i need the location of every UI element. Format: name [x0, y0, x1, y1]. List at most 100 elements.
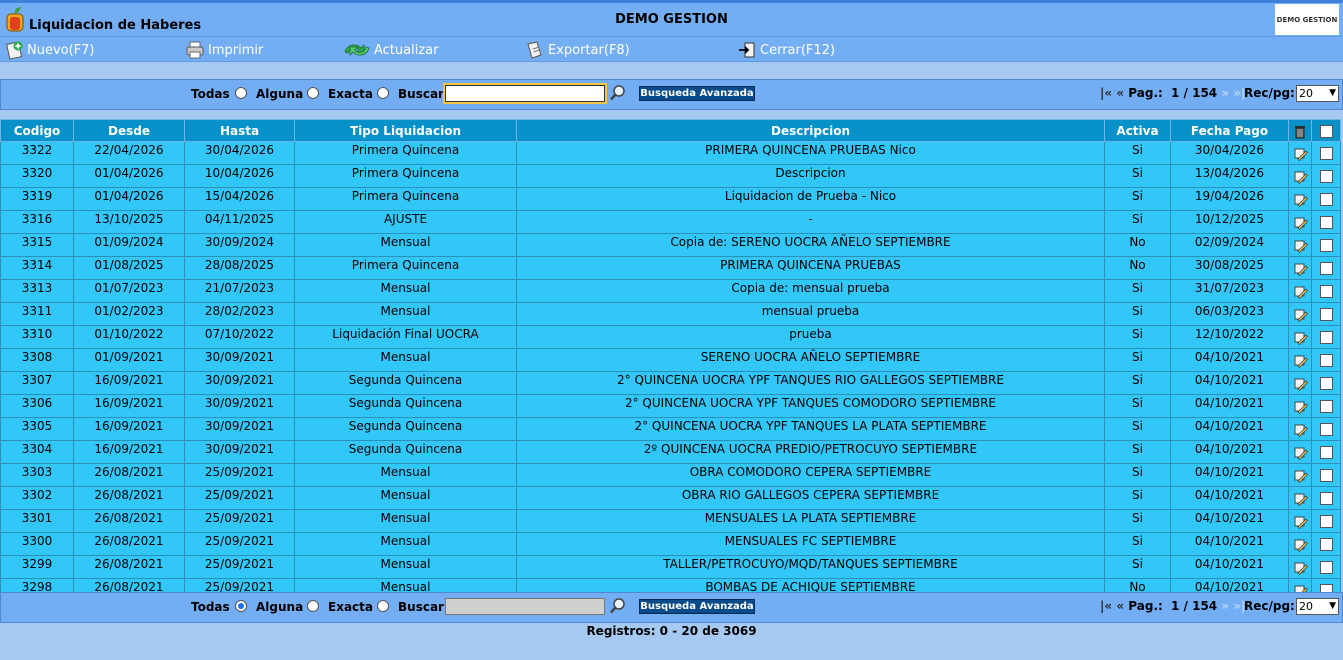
row-checkbox[interactable]	[1319, 354, 1333, 367]
col-descripcion[interactable]: Descripcion	[516, 119, 1105, 142]
table-row[interactable]: 3305 16/09/2021 30/09/2021 Segunda Quincena…	[0, 417, 1341, 441]
cell-select[interactable]	[1311, 141, 1341, 165]
cell-edit[interactable]	[1288, 210, 1312, 234]
table-row[interactable]: 3304 16/09/2021 30/09/2021 Segunda Quincena…	[0, 440, 1341, 464]
row-checkbox[interactable]	[1319, 377, 1333, 390]
table-row[interactable]: 3319 01/04/2026 15/04/2026 Primera Quincena…	[0, 187, 1341, 211]
export-button[interactable]: Exportar(F8)	[525, 40, 630, 60]
edit-icon[interactable]	[1293, 353, 1308, 368]
cell-edit[interactable]	[1288, 555, 1312, 579]
edit-icon[interactable]	[1293, 491, 1308, 506]
print-button[interactable]: Imprimir	[185, 40, 263, 60]
cell-select[interactable]	[1311, 164, 1341, 188]
edit-icon[interactable]	[1293, 146, 1308, 161]
table-row[interactable]: 3300 26/08/2021 25/09/2021 Mensual MENSUALES…	[0, 532, 1341, 556]
row-checkbox[interactable]	[1319, 400, 1333, 413]
row-checkbox[interactable]	[1319, 331, 1333, 344]
table-row[interactable]: 3303 26/08/2021 25/09/2021 Mensual OBRA COMO…	[0, 463, 1341, 487]
search-icon[interactable]	[609, 84, 627, 102]
cell-edit[interactable]	[1288, 394, 1312, 418]
edit-icon[interactable]	[1293, 514, 1308, 529]
search-input[interactable]	[443, 83, 607, 104]
edit-icon[interactable]	[1293, 169, 1308, 184]
cell-edit[interactable]	[1288, 509, 1312, 533]
cell-select[interactable]	[1311, 463, 1341, 487]
cell-select[interactable]	[1311, 187, 1341, 211]
table-row[interactable]: 3301 26/08/2021 25/09/2021 Mensual MENSUALES…	[0, 509, 1341, 533]
cell-edit[interactable]	[1288, 141, 1312, 165]
row-checkbox[interactable]	[1319, 446, 1333, 459]
cell-edit[interactable]	[1288, 463, 1312, 487]
first-page-button[interactable]: |«	[1100, 599, 1112, 613]
cell-select[interactable]	[1311, 279, 1341, 303]
records-per-page-select[interactable]: 20	[1296, 85, 1339, 102]
row-checkbox[interactable]	[1319, 469, 1333, 482]
prev-page-button[interactable]: «	[1116, 599, 1124, 613]
edit-icon[interactable]	[1293, 307, 1308, 322]
row-checkbox[interactable]	[1319, 492, 1333, 505]
search-icon[interactable]	[609, 597, 627, 615]
table-row[interactable]: 3315 01/09/2024 30/09/2024 Mensual Copia de:…	[0, 233, 1341, 257]
cell-select[interactable]	[1311, 325, 1341, 349]
cell-edit[interactable]	[1288, 233, 1312, 257]
radio-todas[interactable]	[235, 87, 247, 99]
cell-edit[interactable]	[1288, 164, 1312, 188]
edit-icon[interactable]	[1293, 284, 1308, 299]
row-checkbox[interactable]	[1319, 561, 1333, 574]
cell-select[interactable]	[1311, 394, 1341, 418]
prev-page-button[interactable]: «	[1116, 86, 1124, 100]
table-row[interactable]: 3299 26/08/2021 25/09/2021 Mensual TALLER/PE…	[0, 555, 1341, 579]
col-desde[interactable]: Desde	[73, 119, 185, 142]
cell-select[interactable]	[1311, 256, 1341, 280]
cell-edit[interactable]	[1288, 417, 1312, 441]
row-checkbox[interactable]	[1319, 285, 1333, 298]
edit-icon[interactable]	[1293, 468, 1308, 483]
cell-select[interactable]	[1311, 486, 1341, 510]
cell-select[interactable]	[1311, 509, 1341, 533]
table-row[interactable]: 3322 22/04/2026 30/04/2026 Primera Quincena…	[0, 141, 1341, 165]
cell-select[interactable]	[1311, 233, 1341, 257]
edit-icon[interactable]	[1293, 376, 1308, 391]
cell-edit[interactable]	[1288, 486, 1312, 510]
cell-edit[interactable]	[1288, 348, 1312, 372]
col-fecha-pago[interactable]: Fecha Pago	[1170, 119, 1289, 142]
table-row[interactable]: 3307 16/09/2021 30/09/2021 Segunda Quincena…	[0, 371, 1341, 395]
table-row[interactable]: 3310 01/10/2022 07/10/2022 Liquidación Fina…	[0, 325, 1341, 349]
first-page-button[interactable]: |«	[1100, 86, 1112, 100]
new-button[interactable]: Nuevo(F7)	[4, 40, 95, 60]
row-checkbox[interactable]	[1319, 538, 1333, 551]
radio-exacta[interactable]	[377, 87, 389, 99]
radio-alguna[interactable]	[307, 87, 319, 99]
row-checkbox[interactable]	[1319, 147, 1333, 160]
edit-icon[interactable]	[1293, 192, 1308, 207]
row-checkbox[interactable]	[1319, 423, 1333, 436]
cell-select[interactable]	[1311, 532, 1341, 556]
select-all-checkbox[interactable]	[1319, 124, 1333, 138]
col-hasta[interactable]: Hasta	[184, 119, 295, 142]
table-row[interactable]: 3302 26/08/2021 25/09/2021 Mensual OBRA RIO …	[0, 486, 1341, 510]
cell-edit[interactable]	[1288, 440, 1312, 464]
cell-edit[interactable]	[1288, 532, 1312, 556]
table-row[interactable]: 3311 01/02/2023 28/02/2023 Mensual mensual p…	[0, 302, 1341, 326]
cell-edit[interactable]	[1288, 256, 1312, 280]
table-row[interactable]: 3316 13/10/2025 04/11/2025 AJUSTE - Si 10/12/2…	[0, 210, 1341, 234]
trash-icon[interactable]	[1292, 123, 1308, 139]
advanced-search-button[interactable]: Busqueda Avanzada	[639, 86, 755, 101]
row-checkbox[interactable]	[1319, 193, 1333, 206]
table-row[interactable]: 3314 01/08/2025 28/08/2025 Primera Quincena…	[0, 256, 1341, 280]
row-checkbox[interactable]	[1319, 262, 1333, 275]
edit-icon[interactable]	[1293, 330, 1308, 345]
cell-select[interactable]	[1311, 348, 1341, 372]
cell-select[interactable]	[1311, 555, 1341, 579]
cell-select[interactable]	[1311, 371, 1341, 395]
col-codigo[interactable]: Codigo	[0, 119, 74, 142]
edit-icon[interactable]	[1293, 215, 1308, 230]
col-activa[interactable]: Activa	[1104, 119, 1171, 142]
search-input-bottom[interactable]	[445, 598, 605, 615]
col-tipo-liquidacion[interactable]: Tipo Liquidacion	[294, 119, 517, 142]
table-row[interactable]: 3313 01/07/2023 21/07/2023 Mensual Copia de:…	[0, 279, 1341, 303]
edit-icon[interactable]	[1293, 422, 1308, 437]
close-button[interactable]: Cerrar(F12)	[737, 40, 835, 60]
edit-icon[interactable]	[1293, 399, 1308, 414]
refresh-button[interactable]: Actualizar	[343, 40, 438, 60]
